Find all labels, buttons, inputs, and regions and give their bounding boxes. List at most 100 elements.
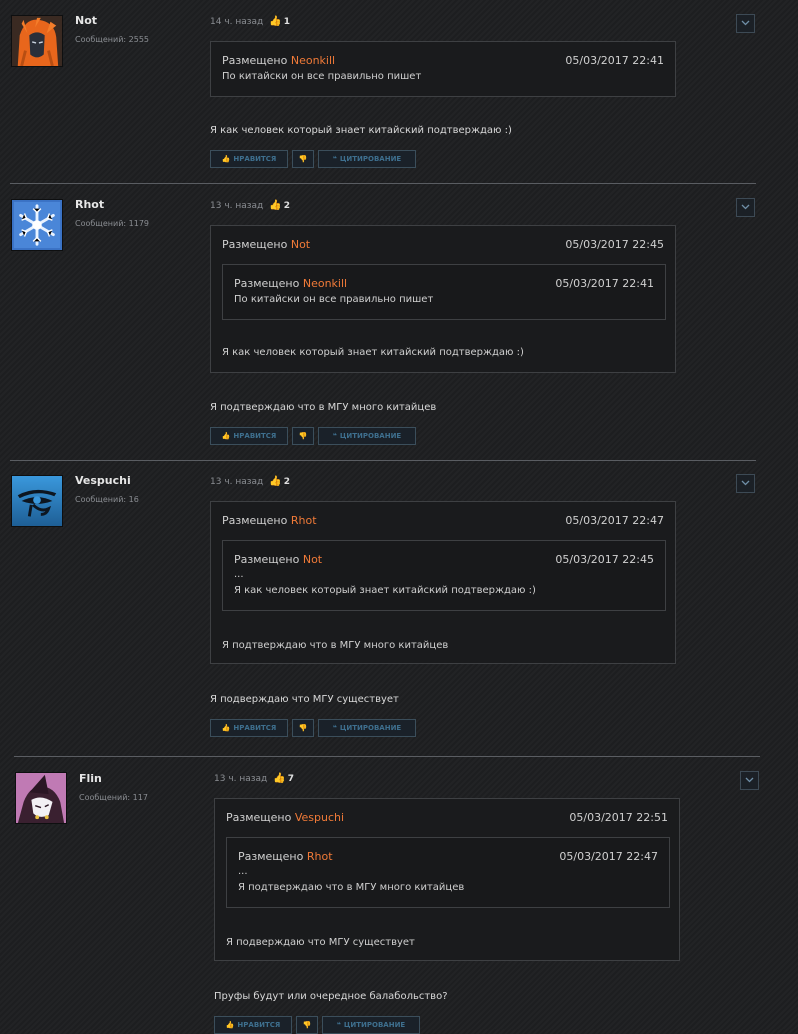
- post-time[interactable]: 13 ч. назад: [210, 201, 263, 211]
- quote-header: Размещено Neonkill: [234, 277, 348, 290]
- like-count: 2: [283, 477, 290, 487]
- post-text: Пруфы будут или очередное балабольство?: [214, 991, 448, 1002]
- thumbs-up-icon: 👍: [221, 432, 231, 440]
- thumbs-up-icon: 👍: [221, 724, 231, 732]
- dislike-button[interactable]: 👎: [292, 427, 314, 445]
- quote-block: Размещено Not 05/03/2017 22:45 Размещено…: [210, 225, 676, 373]
- snowflake-avatar-icon: [12, 200, 62, 250]
- quote-text: Я подтверждаю что в МГУ много китайцев: [238, 882, 465, 893]
- like-count: 7: [287, 774, 294, 784]
- post-time[interactable]: 13 ч. назад: [210, 477, 263, 487]
- quote-icon: ❝: [332, 155, 337, 163]
- quote-text: Я подверждаю что МГУ существует: [226, 937, 415, 948]
- thumbs-up-icon: 👍: [225, 1021, 235, 1029]
- chevron-down-icon: [741, 480, 750, 486]
- post-count: Сообщений: 117: [79, 793, 148, 802]
- quote-author[interactable]: Vespuchi: [295, 811, 344, 824]
- username[interactable]: Rhot: [75, 198, 104, 211]
- like-button[interactable]: 👍 НРАВИТСЯ: [210, 150, 288, 168]
- quote-date: 05/03/2017 22:45: [555, 553, 654, 566]
- quote-date: 05/03/2017 22:41: [565, 54, 664, 67]
- thumbs-down-icon: 👎: [298, 724, 308, 732]
- post-divider: [10, 460, 756, 461]
- username[interactable]: Not: [75, 14, 97, 27]
- post-meta: 13 ч. назад 👍 2: [210, 476, 290, 487]
- user-avatar[interactable]: [11, 15, 63, 67]
- post-count: Сообщений: 16: [75, 495, 139, 504]
- like-button[interactable]: 👍 НРАВИТСЯ: [210, 719, 288, 737]
- quote-block: Размещено Rhot 05/03/2017 22:47 Размещен…: [210, 501, 676, 664]
- quote-author[interactable]: Rhot: [307, 850, 333, 863]
- quote-date: 05/03/2017 22:47: [559, 850, 658, 863]
- like-count: 1: [283, 17, 290, 27]
- quote-button[interactable]: ❝ ЦИТИРОВАНИЕ: [322, 1016, 420, 1034]
- post-text: Я как человек который знает китайский по…: [210, 125, 512, 136]
- quote-header: Размещено Rhot: [238, 850, 333, 863]
- quote-ellipsis: ...: [238, 866, 248, 877]
- nested-quote-block: Размещено Neonkill 05/03/2017 22:41 По к…: [222, 264, 666, 320]
- post-divider: [14, 756, 760, 757]
- thumbs-up-icon: 👍: [269, 476, 282, 487]
- user-avatar[interactable]: [15, 772, 67, 824]
- thumbs-up-icon: 👍: [221, 155, 231, 163]
- quote-text: По китайски он все правильно пишет: [222, 71, 422, 82]
- orange-hair-avatar-icon: [12, 16, 62, 66]
- username[interactable]: Flin: [79, 772, 102, 785]
- quote-date: 05/03/2017 22:47: [565, 514, 664, 527]
- quote-date: 05/03/2017 22:41: [555, 277, 654, 290]
- thumbs-up-icon: 👍: [273, 773, 286, 784]
- like-button[interactable]: 👍 НРАВИТСЯ: [210, 427, 288, 445]
- quote-header: Размещено Vespuchi: [226, 811, 345, 824]
- quote-ellipsis: ...: [234, 569, 244, 580]
- post-menu-button[interactable]: [736, 474, 755, 493]
- dislike-button[interactable]: 👎: [296, 1016, 318, 1034]
- quote-icon: ❝: [332, 432, 337, 440]
- quote-block: Размещено Vespuchi 05/03/2017 22:51 Разм…: [214, 798, 680, 961]
- quote-author[interactable]: Not: [303, 553, 322, 566]
- like-count: 2: [283, 201, 290, 211]
- post-menu-button[interactable]: [736, 14, 755, 33]
- post-meta: 13 ч. назад 👍 2: [210, 200, 290, 211]
- quote-date: 05/03/2017 22:51: [569, 811, 668, 824]
- witch-avatar-icon: [16, 773, 66, 823]
- quote-author[interactable]: Neonkill: [303, 277, 347, 290]
- eye-of-horus-avatar-icon: [12, 476, 62, 526]
- thumbs-down-icon: 👎: [298, 155, 308, 163]
- quote-button[interactable]: ❝ ЦИТИРОВАНИЕ: [318, 150, 416, 168]
- dislike-button[interactable]: 👎: [292, 150, 314, 168]
- quote-date: 05/03/2017 22:45: [565, 238, 664, 251]
- chevron-down-icon: [741, 20, 750, 26]
- like-button[interactable]: 👍 НРАВИТСЯ: [214, 1016, 292, 1034]
- post-time[interactable]: 13 ч. назад: [214, 774, 267, 784]
- quote-author[interactable]: Rhot: [291, 514, 317, 527]
- quote-text: Я как человек который знает китайский по…: [222, 347, 524, 358]
- post-text: Я подверждаю что МГУ существует: [210, 694, 399, 705]
- chevron-down-icon: [741, 204, 750, 210]
- post-divider: [10, 183, 756, 184]
- quote-button[interactable]: ❝ ЦИТИРОВАНИЕ: [318, 719, 416, 737]
- quote-text: По китайски он все правильно пишет: [234, 294, 434, 305]
- quote-author[interactable]: Not: [291, 238, 310, 251]
- post-time[interactable]: 14 ч. назад: [210, 17, 263, 27]
- quote-author[interactable]: Neonkill: [291, 54, 335, 67]
- quote-button[interactable]: ❝ ЦИТИРОВАНИЕ: [318, 427, 416, 445]
- post-count: Сообщений: 1179: [75, 219, 149, 228]
- post-count: Сообщений: 2555: [75, 35, 149, 44]
- quote-icon: ❝: [336, 1021, 341, 1029]
- thumbs-up-icon: 👍: [269, 16, 282, 27]
- username[interactable]: Vespuchi: [75, 474, 131, 487]
- quote-header: Размещено Neonkill: [222, 54, 336, 67]
- post-meta: 14 ч. назад 👍 1: [210, 16, 290, 27]
- chevron-down-icon: [745, 777, 754, 783]
- post-menu-button[interactable]: [736, 198, 755, 217]
- thumbs-down-icon: 👎: [302, 1021, 312, 1029]
- dislike-button[interactable]: 👎: [292, 719, 314, 737]
- nested-quote-block: Размещено Not 05/03/2017 22:45 ... Я как…: [222, 540, 666, 611]
- post-menu-button[interactable]: [740, 771, 759, 790]
- quote-block: Размещено Neonkill 05/03/2017 22:41 По к…: [210, 41, 676, 97]
- user-avatar[interactable]: [11, 199, 63, 251]
- quote-header: Размещено Not: [222, 238, 311, 251]
- user-avatar[interactable]: [11, 475, 63, 527]
- quote-header: Размещено Not: [234, 553, 323, 566]
- quote-text: Я подтверждаю что в МГУ много китайцев: [222, 640, 449, 651]
